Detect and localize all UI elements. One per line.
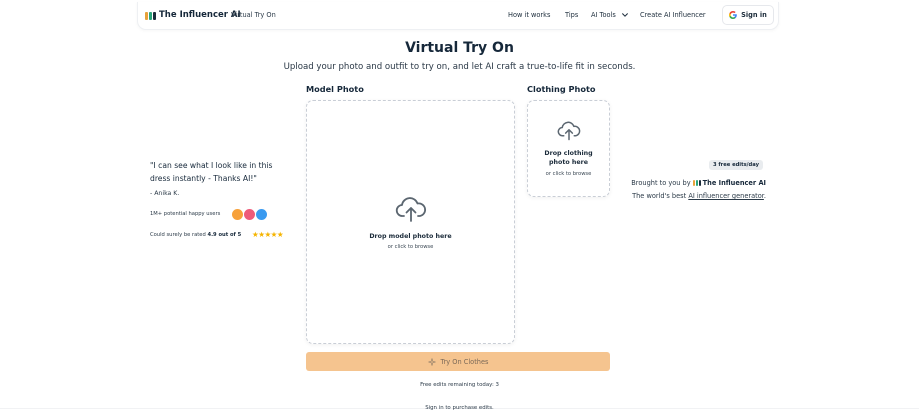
nav-create-ai-influencer[interactable]: Create AI Influencer (640, 11, 706, 19)
google-icon (729, 11, 737, 19)
sign-in-purchase-note: Sign in to purchase edits. (425, 405, 494, 411)
ai-influencer-generator-link[interactable]: AI influencer generator (688, 192, 764, 200)
nav-how-it-works[interactable]: How it works (508, 11, 550, 19)
logo-icon[interactable] (145, 12, 156, 20)
rating-value: 4.9 out of 5 (207, 232, 242, 238)
testimonial-author: - Anika K. (150, 190, 180, 197)
brand-name[interactable]: The Influencer AI (159, 10, 241, 20)
brand-subtitle: Virtual Try On (231, 11, 276, 19)
clothing-browse-text: or click to browse (545, 171, 592, 177)
logo-icon (692, 180, 701, 186)
model-browse-text: or click to browse (387, 244, 434, 250)
clothing-photo-label: Clothing Photo (527, 84, 596, 94)
page-subtitle: Upload your photo and outfit to try on, … (283, 62, 636, 72)
star-rating-icon: ★★★★★ (252, 230, 284, 239)
clothing-photo-dropzone[interactable]: Drop clothing photo here or click to bro… (527, 100, 610, 197)
free-edits-badge: 3 free edits/day (709, 160, 763, 170)
rating-text: Could surely be rated 4.9 out of 5 (150, 232, 241, 238)
chevron-down-icon[interactable] (621, 11, 629, 19)
nav-tips[interactable]: Tips (565, 11, 578, 19)
best-prefix: The world's best (632, 192, 687, 200)
rating-prefix: Could surely be rated (150, 232, 206, 238)
brought-brand[interactable]: The Influencer AI (703, 179, 766, 187)
free-edits-remaining: Free edits remaining today: 3 (420, 382, 499, 388)
sign-in-button[interactable]: Sign in (722, 5, 774, 25)
sparkle-icon (427, 357, 436, 366)
page-title: Virtual Try On (405, 40, 514, 56)
upload-cloud-icon (395, 197, 426, 222)
top-navbar: The Influencer AI Virtual Try On How it … (137, 2, 779, 30)
clothing-drop-text-2: photo here (549, 159, 588, 166)
brought-prefix: Brought to you by (631, 179, 691, 187)
happy-users-text: 1M+ potential happy users (150, 211, 221, 217)
model-drop-text: Drop model photo here (369, 233, 452, 240)
avatar (255, 208, 268, 221)
testimonial-quote: "I can see what I look like in this dres… (150, 161, 273, 183)
sign-in-label: Sign in (741, 11, 767, 19)
model-photo-dropzone[interactable]: Drop model photo here or click to browse (306, 100, 515, 344)
nav-ai-tools[interactable]: AI Tools (591, 11, 616, 19)
best-generator-text: The world's best AI influencer generator… (632, 192, 766, 200)
try-on-label: Try On Clothes (440, 357, 489, 366)
best-suffix: . (763, 192, 766, 200)
model-photo-label: Model Photo (306, 84, 364, 94)
try-on-clothes-button[interactable]: Try On Clothes (306, 352, 610, 371)
clothing-drop-text-1: Drop clothing (544, 150, 593, 157)
upload-cloud-icon (557, 121, 581, 141)
brought-by-text: Brought to you by The Influencer AI (631, 179, 766, 187)
